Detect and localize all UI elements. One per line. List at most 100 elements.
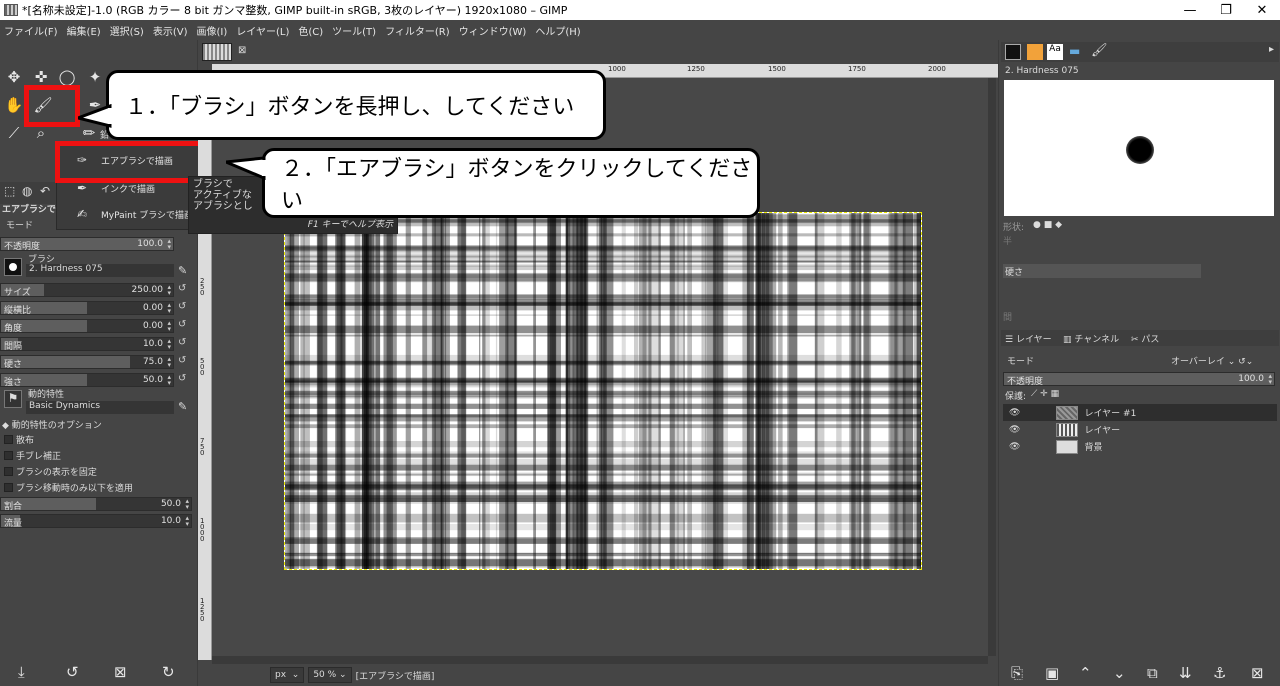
layer-row[interactable]: 👁 背景 xyxy=(1003,438,1277,455)
reset-options-icon[interactable]: ↻ xyxy=(162,663,175,681)
menu-image[interactable]: 画像(I) xyxy=(197,23,228,38)
duplicate-layer-icon[interactable]: ⧉ xyxy=(1147,664,1158,682)
smoothing-checkbox[interactable] xyxy=(4,451,13,460)
tab-paths[interactable]: ✂ パス xyxy=(1131,332,1159,345)
menu-layer[interactable]: レイヤー(L) xyxy=(236,23,289,38)
status-bar: px ⌄ 50 % ⌄ [エアブラシで描画] xyxy=(198,664,998,686)
minimize-button[interactable]: — xyxy=(1172,0,1208,20)
hardness-row-bar[interactable] xyxy=(1003,264,1201,278)
layer-opacity-value: 100.0 xyxy=(1238,374,1264,384)
close-button[interactable]: ✕ xyxy=(1244,0,1280,20)
maximize-button[interactable]: ❐ xyxy=(1208,0,1244,20)
layer-row[interactable]: 👁 レイヤー xyxy=(1003,421,1277,438)
brush-slider[interactable]: 間隔 10.0 ▴ ▾ xyxy=(0,337,174,352)
reset-slider-icon[interactable]: ↺ xyxy=(178,319,186,330)
warp-tool-icon[interactable]: ✋ xyxy=(3,94,25,116)
dock-menu-icon[interactable]: ▸ xyxy=(1269,44,1274,55)
close-tab-icon[interactable]: ⊠ xyxy=(238,45,246,56)
brushes-tab-icon[interactable] xyxy=(1005,44,1021,60)
visibility-eye-icon[interactable]: 👁 xyxy=(1009,408,1020,418)
vertical-scrollbar[interactable] xyxy=(988,78,996,656)
zoom-value: 50 % xyxy=(313,670,337,680)
new-layer-icon[interactable]: ⎘ xyxy=(1011,664,1023,682)
tab-layers[interactable]: ☰ レイヤー xyxy=(1005,332,1052,345)
new-layer-group-icon[interactable]: ▣ xyxy=(1045,664,1059,682)
motion-only-checkbox[interactable] xyxy=(4,483,13,492)
horizontal-scrollbar[interactable] xyxy=(212,656,988,664)
edit-dynamics-icon[interactable]: ✎ xyxy=(178,400,187,413)
menu-help[interactable]: ヘルプ(H) xyxy=(535,23,580,38)
raise-layer-icon[interactable]: ⌃ xyxy=(1079,664,1092,682)
layer-opacity-slider[interactable]: 不透明度 100.0 ▴ ▾ xyxy=(1003,372,1275,387)
menu-windows[interactable]: ウィンドウ(W) xyxy=(459,23,527,38)
window-title: *[名称未設定]-1.0 (RGB カラー 8 bit ガンマ整数, GIMP … xyxy=(22,4,568,17)
tool-options-tab-icon[interactable]: ⬚ xyxy=(4,184,15,198)
brush-slider-value: 10.0 xyxy=(142,339,163,349)
brush-slider[interactable]: 硬さ 75.0 ▴ ▾ xyxy=(0,355,174,370)
reset-slider-icon[interactable]: ↺ xyxy=(178,283,186,294)
menu-tools[interactable]: ツール(T) xyxy=(332,23,376,38)
callout-step-2-pointer xyxy=(226,156,266,180)
menu-view[interactable]: 表示(V) xyxy=(153,23,188,38)
lock-icons[interactable]: ⟋ ✛ ▦ xyxy=(1031,389,1059,399)
opacity-slider[interactable]: 不透明度 100.0 ▴ ▾ xyxy=(0,237,174,252)
layer-opacity-label: 不透明度 xyxy=(1007,377,1044,387)
brush-thumbnail[interactable] xyxy=(4,258,22,276)
menu-edit[interactable]: 編集(E) xyxy=(67,23,101,38)
reset-slider-icon[interactable]: ↺ xyxy=(178,355,186,366)
restore-options-icon[interactable]: ↺ xyxy=(66,663,79,681)
color-picker-icon[interactable]: ⟋ xyxy=(3,122,25,144)
opacity-label: 不透明度 xyxy=(4,242,41,252)
fuzzy-select-icon[interactable]: ✦ xyxy=(84,66,106,88)
device-status-tab-icon[interactable]: ◍ xyxy=(22,184,32,198)
tab-channels-label: チャンネル xyxy=(1074,335,1120,345)
move-tool-icon[interactable]: ✥ xyxy=(3,66,25,88)
opacity-value: 100.0 xyxy=(137,239,163,249)
reset-slider-icon[interactable]: ↺ xyxy=(178,337,186,348)
brush-slider-value: 250.00 xyxy=(131,285,164,295)
unit-select[interactable]: px ⌄ xyxy=(270,667,305,683)
lock-brush-checkbox[interactable] xyxy=(4,467,13,476)
reset-slider-icon[interactable]: ↺ xyxy=(178,373,186,384)
fonts-tab-icon[interactable]: Aa xyxy=(1047,44,1063,60)
visibility-eye-icon[interactable]: 👁 xyxy=(1009,425,1020,435)
undo-history-tab-icon[interactable]: ↶ xyxy=(40,184,50,198)
dynamics-options-label[interactable]: ◆ 動的特性のオプション xyxy=(2,418,102,431)
rate-slider[interactable]: 割合 50.0 ▴ ▾ xyxy=(0,497,192,512)
zoom-select[interactable]: 50 % ⌄ xyxy=(308,667,352,683)
shape-circle-icon[interactable]: ● ■ ◆ xyxy=(1033,220,1062,230)
image-tab-thumbnail[interactable] xyxy=(202,43,232,61)
brush-slider[interactable]: サイズ 250.00 ▴ ▾ xyxy=(0,283,174,298)
image-tabs: ⊠ xyxy=(198,40,998,64)
visibility-eye-icon[interactable]: 👁 xyxy=(1009,442,1020,452)
tool-options-title: エアブラシで xyxy=(2,205,56,215)
lower-layer-icon[interactable]: ⌄ xyxy=(1113,664,1126,682)
status-text: [エアブラシで描画] xyxy=(355,671,435,682)
layer-row[interactable]: 👁 レイヤー #1 xyxy=(1003,404,1277,421)
save-options-icon[interactable]: ⤓ xyxy=(18,663,25,681)
patterns-tab-icon[interactable] xyxy=(1027,44,1043,60)
delete-layer-icon[interactable]: ⊠ xyxy=(1251,664,1264,682)
menu-color[interactable]: 色(C) xyxy=(298,23,323,38)
reset-slider-icon[interactable]: ↺ xyxy=(178,301,186,312)
image-canvas[interactable] xyxy=(284,212,922,570)
layer-mode-select[interactable]: オーバーレイ ⌄ ↺⌄ xyxy=(1171,354,1253,367)
anchor-layer-icon[interactable]: ⚓ xyxy=(1213,664,1226,682)
scatter-checkbox[interactable] xyxy=(4,435,13,444)
brush-slider[interactable]: 強さ 50.0 ▴ ▾ xyxy=(0,373,174,388)
brush-preview-name: 2. Hardness 075 xyxy=(1005,66,1079,76)
document-history-tab-icon[interactable]: ▬ xyxy=(1069,44,1080,58)
menu-file[interactable]: ファイル(F) xyxy=(4,23,58,38)
delete-options-icon[interactable]: ⊠ xyxy=(114,663,127,681)
tab-channels[interactable]: ▥ チャンネル xyxy=(1063,332,1119,345)
brush-slider[interactable]: 角度 0.00 ▴ ▾ xyxy=(0,319,174,334)
paint-dynamics-tab-icon[interactable]: 🖌 xyxy=(1091,43,1108,58)
menu-filters[interactable]: フィルター(R) xyxy=(385,23,450,38)
flow-slider[interactable]: 流量 10.0 ▴ ▾ xyxy=(0,514,192,529)
brush-slider[interactable]: 縦横比 0.00 ▴ ▾ xyxy=(0,301,174,316)
menu-select[interactable]: 選択(S) xyxy=(110,23,144,38)
spacing-row-label: 間 xyxy=(1003,313,1013,323)
dynamics-icon[interactable]: ⚑ xyxy=(4,390,22,408)
edit-brush-icon[interactable]: ✎ xyxy=(178,264,187,277)
merge-layer-icon[interactable]: ⇊ xyxy=(1179,664,1192,682)
